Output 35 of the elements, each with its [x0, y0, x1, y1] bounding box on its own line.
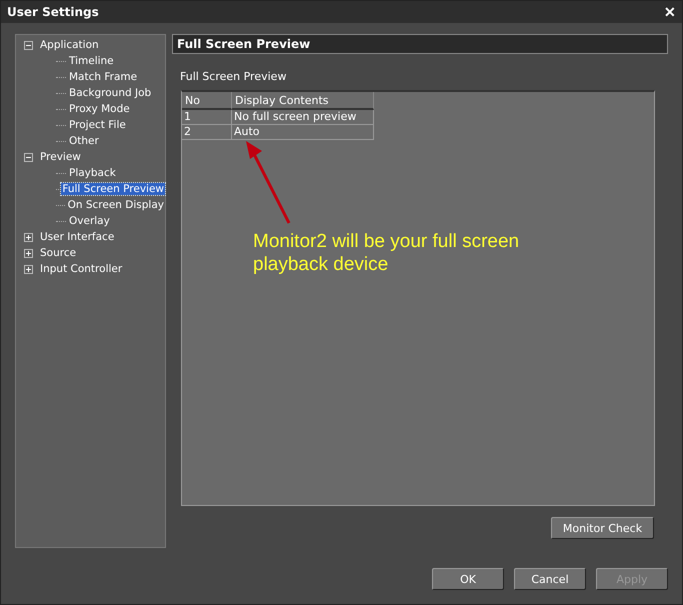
tree-item[interactable]: Playback — [68, 167, 117, 179]
annotation-text: Monitor2 will be your full screen playback device — [253, 230, 520, 276]
arrow-icon — [246, 141, 290, 224]
tree-item[interactable]: On Screen Display — [66, 199, 165, 211]
monitor-check-button[interactable]: Monitor Check — [551, 517, 654, 539]
collapse-icon[interactable] — [24, 40, 33, 50]
dialog-button[interactable]: OK — [432, 568, 504, 590]
table-cell: Auto — [232, 125, 374, 140]
tree-item[interactable]: Full Screen Preview — [61, 183, 165, 195]
tree-item[interactable]: Overlay — [68, 215, 111, 227]
tree-item[interactable]: Source — [39, 247, 78, 259]
expand-icon[interactable] — [24, 248, 33, 258]
group-label: Full Screen Preview — [180, 70, 288, 83]
table-cell: 1 — [182, 110, 232, 125]
window-title: User Settings — [7, 5, 99, 19]
collapse-icon[interactable] — [24, 152, 33, 162]
tree-item[interactable]: Background Job — [68, 87, 152, 99]
tree-item[interactable]: Application — [39, 39, 100, 51]
tree-item[interactable]: User Interface — [39, 231, 116, 243]
table-cell: 2 — [182, 125, 232, 140]
expand-icon[interactable] — [24, 264, 33, 274]
tree-item[interactable]: Match Frame — [68, 71, 138, 83]
tree-item[interactable]: Input Controller — [39, 263, 124, 275]
tree-item[interactable]: Timeline — [68, 55, 115, 67]
dialog-button[interactable]: Cancel — [514, 568, 586, 590]
column-header[interactable]: Display Contents — [232, 92, 374, 110]
panel-header: Full Screen Preview — [172, 34, 668, 54]
table-cell: No full screen preview — [232, 110, 374, 125]
tree-item[interactable]: Preview — [39, 151, 82, 163]
column-header[interactable]: No — [182, 92, 232, 110]
tree-item[interactable]: Proxy Mode — [68, 103, 131, 115]
expand-icon[interactable] — [24, 232, 33, 242]
tree-item[interactable]: Project File — [68, 119, 127, 131]
close-button[interactable]: ✕ — [664, 4, 676, 20]
tree-item[interactable]: Other — [68, 135, 100, 147]
